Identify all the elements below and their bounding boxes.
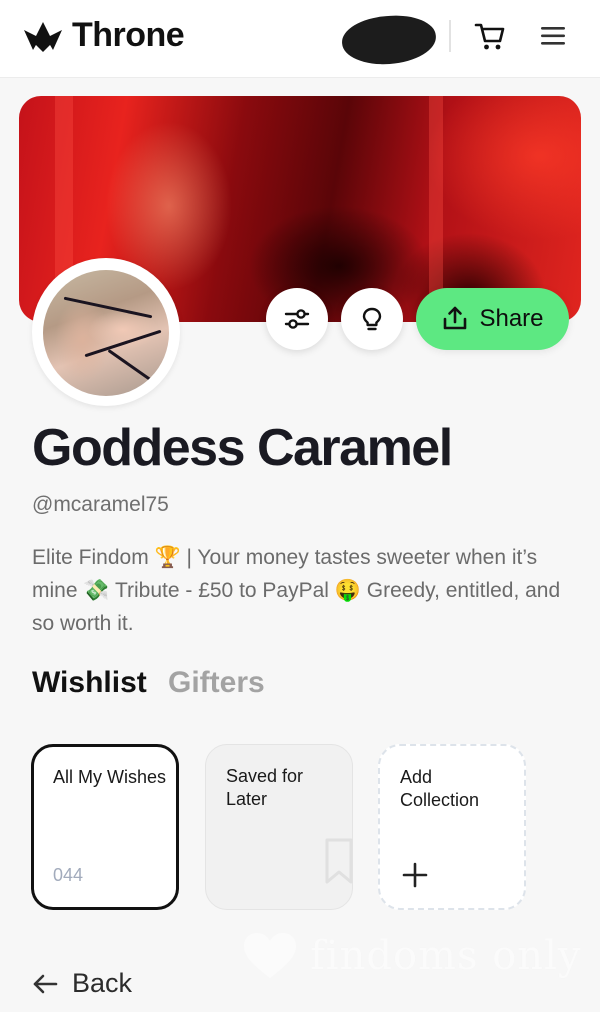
hamburger-menu-icon: [541, 27, 565, 45]
filter-settings-button[interactable]: [266, 288, 328, 350]
profile-picture[interactable]: [43, 270, 169, 396]
share-button-label: Share: [479, 305, 544, 332]
cart-icon: [474, 23, 505, 50]
plus-icon: [402, 862, 428, 888]
add-collection-card[interactable]: Add Collection: [378, 744, 526, 910]
top-navigation-bar: Throne: [0, 0, 600, 78]
watermark-text: findoms only: [310, 933, 582, 979]
profile-display-name: Goddess Caramel: [32, 419, 453, 477]
collection-card-saved-for-later[interactable]: Saved for Later: [205, 744, 353, 910]
app-name: Throne: [72, 16, 185, 54]
pfp-detail: [107, 349, 159, 386]
collection-title: Saved for Later: [226, 766, 304, 809]
profile-handle: @mcaramel75: [32, 493, 169, 516]
header-divider: [449, 20, 451, 52]
lightbulb-icon: [362, 307, 382, 331]
collection-title: All My Wishes: [53, 767, 167, 787]
collection-title: Add Collection: [400, 767, 480, 810]
tab-wishlist[interactable]: Wishlist: [32, 666, 147, 700]
profile-bio: Elite Findom 🏆 | Your money tastes sweet…: [32, 546, 561, 635]
watermark: findoms only: [240, 930, 581, 982]
arrow-left-icon: [33, 974, 58, 993]
menu-button[interactable]: [538, 20, 570, 52]
bookmark-icon: [325, 838, 353, 884]
user-avatar-redacted[interactable]: [340, 12, 438, 68]
throne-logo[interactable]: Throne: [22, 16, 185, 55]
share-button[interactable]: Share: [416, 288, 569, 350]
back-button[interactable]: Back: [32, 968, 132, 999]
heart-watermark-icon: [244, 933, 296, 978]
collection-count: 044: [53, 865, 84, 885]
pfp-detail: [63, 296, 153, 319]
pfp-detail: [84, 329, 162, 358]
cart-button[interactable]: [472, 18, 508, 54]
share-upload-icon: [444, 306, 467, 330]
crown-logo-icon: [24, 21, 62, 52]
collection-card-all-my-wishes[interactable]: All My Wishes 044: [31, 744, 179, 910]
tab-gifters[interactable]: Gifters: [168, 666, 265, 700]
back-label: Back: [72, 968, 133, 998]
idea-button[interactable]: [341, 288, 403, 350]
sliders-icon: [284, 309, 310, 329]
